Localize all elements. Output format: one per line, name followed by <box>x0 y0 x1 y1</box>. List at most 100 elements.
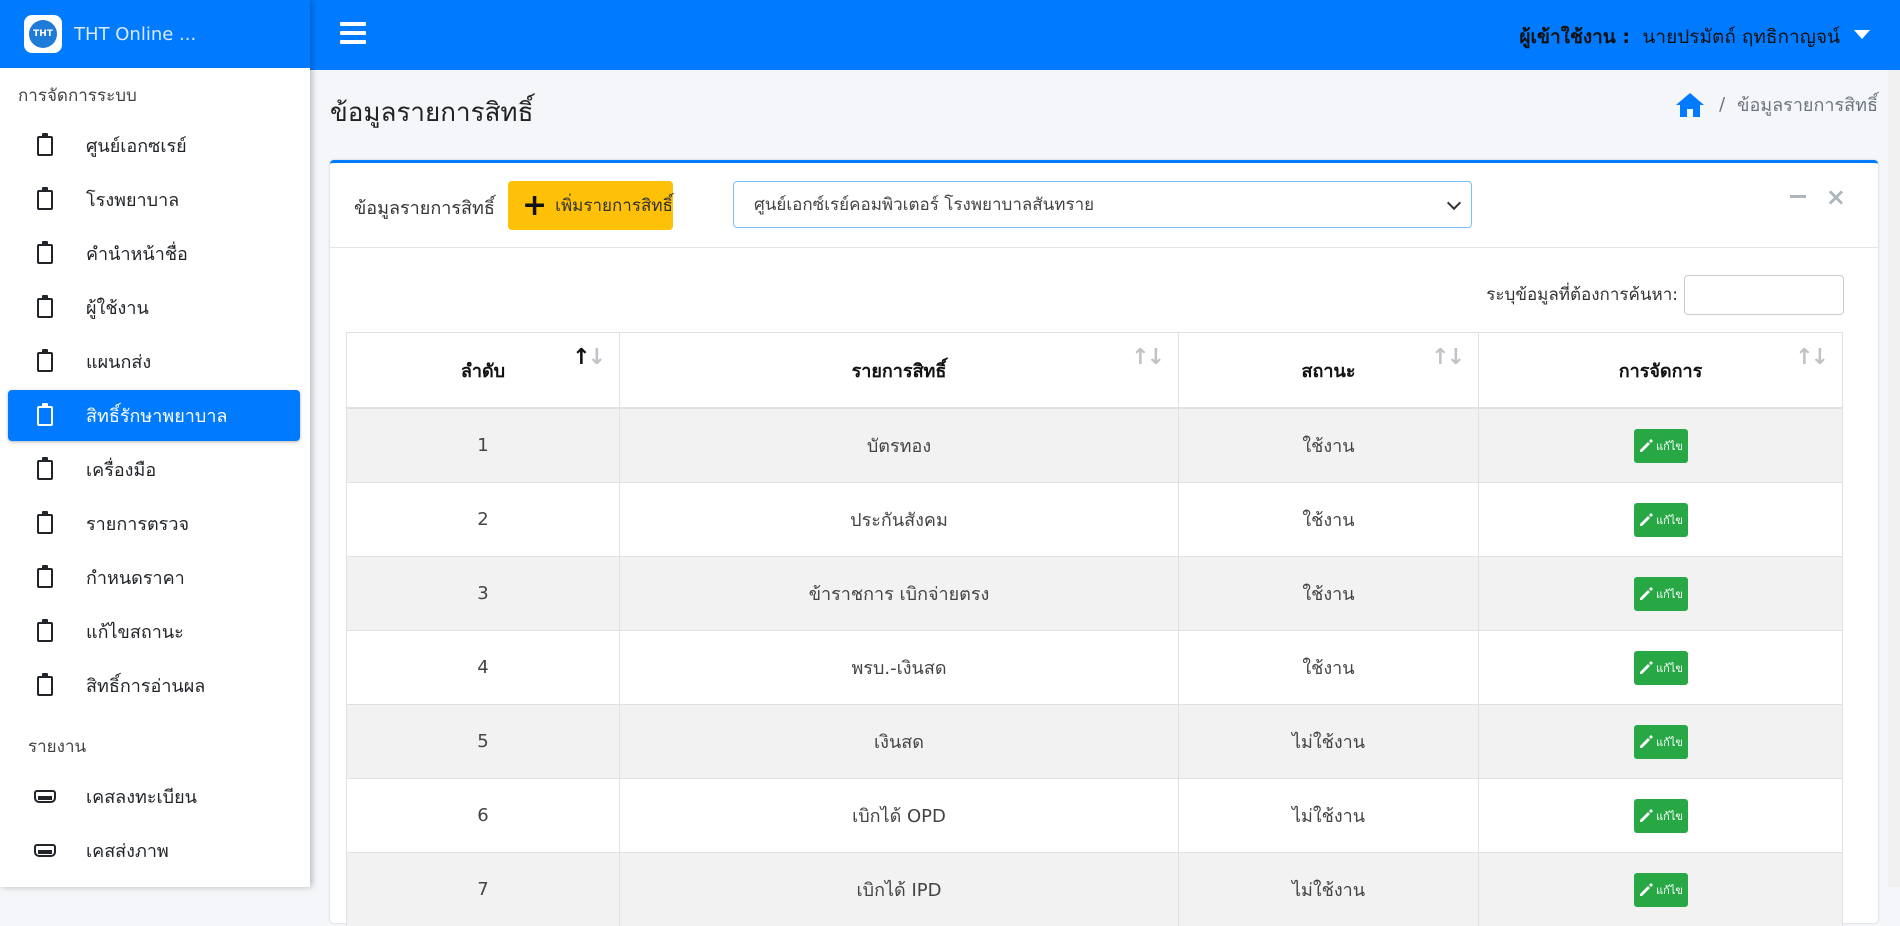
clipboard-icon <box>32 244 58 264</box>
breadcrumb-separator: / <box>1719 94 1725 115</box>
rights-card: ข้อมูลรายการสิทธิ์ + เพิ่มรายการสิทธิ์ ศ… <box>330 160 1878 923</box>
cell-right-name: เงินสด <box>620 705 1179 779</box>
clipboard-icon <box>32 676 58 696</box>
sidebar-item-label: ศูนย์เอกซเรย์ <box>86 131 187 160</box>
sort-icon[interactable]: ↑↓ <box>572 345 603 370</box>
card-header: ข้อมูลรายการสิทธิ์ + เพิ่มรายการสิทธิ์ ศ… <box>330 163 1878 248</box>
sidebar-item-label: ผู้ใช้งาน <box>86 293 149 322</box>
add-right-label: เพิ่มรายการสิทธิ์ <box>555 192 673 219</box>
edit-button[interactable]: แก้ไข <box>1634 873 1688 907</box>
cell-order: 2 <box>347 483 620 557</box>
edit-button[interactable]: แก้ไข <box>1634 429 1688 463</box>
sidebar-item-exam-list[interactable]: รายการตรวจ <box>8 498 300 549</box>
column-header-label: รายการสิทธิ์ <box>852 361 947 382</box>
caret-down-icon[interactable] <box>1854 30 1870 39</box>
cell-order: 3 <box>347 557 620 631</box>
select-value: ศูนย์เอกซ์เรย์คอมพิวเตอร์ โรงพยาบาลสันทร… <box>754 191 1094 218</box>
brand-name: THT Online ... <box>74 24 196 45</box>
sidebar-item-label: โรงพยาบาล <box>86 185 179 214</box>
sidebar-item-registered-cases[interactable]: เคสลงทะเบียน <box>8 771 300 822</box>
home-icon[interactable] <box>1675 91 1705 119</box>
hamburger-menu-icon[interactable] <box>340 22 366 44</box>
column-header-right-name[interactable]: รายการสิทธิ์ ↑↓ <box>620 333 1179 409</box>
cell-order: 7 <box>347 853 620 926</box>
pencil-icon <box>1638 512 1654 528</box>
clipboard-icon <box>32 136 58 156</box>
cell-actions: แก้ไข <box>1479 483 1843 557</box>
minimize-icon[interactable] <box>1790 195 1806 198</box>
edit-button[interactable]: แก้ไข <box>1634 577 1688 611</box>
sidebar-item-image-sent-cases[interactable]: เคสส่งภาพ <box>8 825 300 876</box>
close-icon[interactable]: × <box>1826 183 1846 211</box>
clipboard-icon <box>32 298 58 318</box>
search-label: ระบุข้อมูลที่ต้องการค้นหา: <box>1486 281 1678 308</box>
edit-label: แก้ไข <box>1656 881 1683 899</box>
card-title: ข้อมูลรายการสิทธิ์ <box>354 193 495 222</box>
sidebar-item-label: สิทธิ์การอ่านผล <box>86 671 205 700</box>
sidebar-item-xray-center[interactable]: ศูนย์เอกซเรย์ <box>8 120 300 171</box>
sidebar-item-label: เครื่องมือ <box>86 455 156 484</box>
cell-status: ใช้งาน <box>1179 408 1479 483</box>
column-header-order[interactable]: ลำดับ ↑↓ <box>347 333 620 409</box>
clipboard-icon <box>32 568 58 588</box>
cell-status: ไม่ใช้งาน <box>1179 705 1479 779</box>
edit-button[interactable]: แก้ไข <box>1634 799 1688 833</box>
sidebar-item-label: แผนกส่ง <box>86 347 151 376</box>
sidebar-item-sending-dept[interactable]: แผนกส่ง <box>8 336 300 387</box>
xray-center-select[interactable]: ศูนย์เอกซ์เรย์คอมพิวเตอร์ โรงพยาบาลสันทร… <box>733 181 1472 228</box>
page-scrollbar[interactable] <box>1888 70 1900 887</box>
column-header-label: การจัดการ <box>1619 361 1703 382</box>
column-header-actions[interactable]: การจัดการ ↑↓ <box>1479 333 1843 409</box>
nav-header-admin: การจัดการระบบ <box>0 68 310 117</box>
sidebar-item-label: เคสส่งภาพ <box>86 836 169 865</box>
sidebar-item-edit-status[interactable]: แก้ไขสถานะ <box>8 606 300 657</box>
column-header-status[interactable]: สถานะ ↑↓ <box>1179 333 1479 409</box>
pencil-icon <box>1638 586 1654 602</box>
cell-order: 1 <box>347 408 620 483</box>
breadcrumb-current: ข้อมูลรายการสิทธิ์ <box>1737 90 1878 119</box>
sidebar-item-hospital[interactable]: โรงพยาบาล <box>8 174 300 225</box>
sidebar-item-label: รายการตรวจ <box>86 509 189 538</box>
add-right-button[interactable]: + เพิ่มรายการสิทธิ์ <box>508 181 673 230</box>
sidebar-item-reading-rights[interactable]: สิทธิ์การอ่านผล <box>8 660 300 711</box>
sidebar-item-pricing[interactable]: กำหนดราคา <box>8 552 300 603</box>
pencil-icon <box>1638 882 1654 898</box>
sidebar-item-name-prefix[interactable]: คำนำหน้าชื่อ <box>8 228 300 279</box>
edit-button[interactable]: แก้ไข <box>1634 503 1688 537</box>
nav-header-report: รายงาน <box>0 719 310 768</box>
edit-button[interactable]: แก้ไข <box>1634 725 1688 759</box>
cell-right-name: ข้าราชการ เบิกจ่ายตรง <box>620 557 1179 631</box>
table-row: 2 ประกันสังคม ใช้งาน แก้ไข <box>347 483 1843 557</box>
search-input[interactable] <box>1684 275 1844 315</box>
sidebar-item-medical-rights[interactable]: สิทธิ์รักษาพยาบาล <box>8 390 300 441</box>
pencil-icon <box>1638 438 1654 454</box>
clipboard-icon <box>32 352 58 372</box>
sidebar-item-users[interactable]: ผู้ใช้งาน <box>8 282 300 333</box>
sort-icon[interactable]: ↑↓ <box>1431 345 1462 370</box>
cell-actions: แก้ไข <box>1479 705 1843 779</box>
edit-button[interactable]: แก้ไข <box>1634 651 1688 685</box>
cell-actions: แก้ไข <box>1479 779 1843 853</box>
cell-right-name: ประกันสังคม <box>620 483 1179 557</box>
edit-label: แก้ไข <box>1656 437 1683 455</box>
top-navbar: ผู้เข้าใช้งาน : นายปรมัตถ์ ฤทธิกาญจน์ <box>310 0 1900 70</box>
user-menu[interactable]: นายปรมัตถ์ ฤทธิกาญจน์ <box>1642 22 1840 52</box>
sort-icon[interactable]: ↑↓ <box>1795 345 1826 370</box>
cell-status: ไม่ใช้งาน <box>1179 779 1479 853</box>
edit-label: แก้ไข <box>1656 807 1683 825</box>
brand[interactable]: THT THT Online ... <box>0 0 310 68</box>
edit-label: แก้ไข <box>1656 659 1683 677</box>
sidebar-item-label: สิทธิ์รักษาพยาบาล <box>86 401 227 430</box>
clipboard-icon <box>32 190 58 210</box>
cell-right-name: เบิกได้ OPD <box>620 779 1179 853</box>
column-header-label: ลำดับ <box>461 361 505 382</box>
cell-order: 4 <box>347 631 620 705</box>
clipboard-icon <box>32 514 58 534</box>
clipboard-icon <box>32 622 58 642</box>
user-label: ผู้เข้าใช้งาน : <box>1519 22 1630 52</box>
column-header-label: สถานะ <box>1302 361 1356 382</box>
sort-icon[interactable]: ↑↓ <box>1131 345 1162 370</box>
pencil-icon <box>1638 734 1654 750</box>
cell-status: ใช้งาน <box>1179 557 1479 631</box>
sidebar-item-equipment[interactable]: เครื่องมือ <box>8 444 300 495</box>
